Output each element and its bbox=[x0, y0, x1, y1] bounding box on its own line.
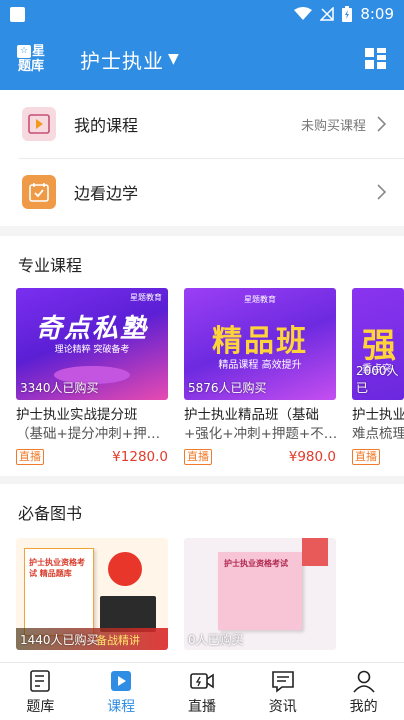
buyer-count: 1440人已购买 bbox=[20, 633, 99, 647]
battery-icon bbox=[342, 6, 353, 22]
course-banner-text: 精品班 bbox=[212, 324, 308, 359]
course-subtitle: 难点梳理 bbox=[352, 426, 404, 442]
bottom-tab-bar: 题库 课程 直播 资讯 我的 bbox=[0, 662, 404, 720]
course-title: 护士执业实战提分班 bbox=[16, 407, 138, 423]
wifi-icon bbox=[294, 7, 313, 20]
tab-label: 我的 bbox=[349, 698, 378, 715]
course-price: ¥980.0 bbox=[288, 449, 336, 465]
section-title: 专业课程 bbox=[18, 256, 83, 275]
my-courses-label: 我的课程 bbox=[74, 116, 139, 135]
course-card[interactable]: 星题教育 奇点私塾 理论精粹 突破备考 3340人已购买 护士执业实战提分班 （… bbox=[16, 288, 168, 466]
tab-question-bank[interactable]: 题库 bbox=[0, 663, 81, 720]
book-ribbon-text: 备战精讲 bbox=[96, 634, 140, 647]
video-play-icon bbox=[22, 107, 56, 141]
live-tag: 直播 bbox=[16, 449, 44, 465]
course-thumbnail: 星题教育 奇点私塾 理论精粹 突破备考 3340人已购买 bbox=[16, 288, 168, 400]
tab-live[interactable]: 直播 bbox=[162, 663, 243, 720]
app-logo: ☆ 星 题库 bbox=[16, 44, 45, 74]
my-courses-row[interactable]: 我的课程 未购买课程 bbox=[0, 90, 404, 158]
clock: 8:09 bbox=[360, 5, 394, 23]
books-section: 必备图书 护士执业资格考试 精品题库 备战精讲 1440人已购买 护士执业资格考… bbox=[0, 484, 404, 662]
tab-courses[interactable]: 课程 bbox=[81, 663, 162, 720]
live-tag: 直播 bbox=[352, 449, 380, 465]
message-icon bbox=[271, 670, 294, 693]
watch-learn-label: 边看边学 bbox=[74, 184, 139, 203]
book-cover: 护士执业资格考试 精品题库 bbox=[24, 548, 94, 636]
notification-icon bbox=[10, 6, 25, 22]
tab-label: 课程 bbox=[107, 698, 136, 715]
tab-label: 直播 bbox=[187, 698, 216, 715]
course-price: ¥1280.0 bbox=[112, 449, 168, 465]
status-bar: 8:09 bbox=[0, 0, 404, 28]
live-tag: 直播 bbox=[184, 449, 212, 465]
buyer-count: 0人已购买 bbox=[188, 633, 244, 647]
play-square-icon bbox=[111, 670, 132, 691]
no-signal-icon bbox=[320, 7, 335, 21]
menu-card: 我的课程 未购买课程 边看边学 bbox=[0, 90, 404, 226]
course-thumbnail: 强 重点突 2000人已 bbox=[352, 288, 404, 400]
video-camera-icon bbox=[190, 672, 214, 689]
brand-mark: 星题教育 bbox=[130, 293, 162, 302]
pro-courses-section: 专业课程 星题教育 奇点私塾 理论精粹 突破备考 3340人已购买 护士执业实战… bbox=[0, 236, 404, 476]
section-title: 必备图书 bbox=[18, 504, 83, 523]
my-courses-status: 未购买课程 bbox=[300, 118, 366, 134]
course-thumbnail: 星题教育 精品班 精品课程 高效提升 5876人已购买 bbox=[184, 288, 336, 400]
course-card[interactable]: 强 重点突 2000人已 护士执业 难点梳理 直播 bbox=[352, 288, 404, 466]
exam-selector-label: 护士执业 bbox=[80, 48, 164, 73]
book-cover: 护士执业资格考试 bbox=[218, 552, 302, 630]
course-subtitle: （基础+提分冲刺+押… bbox=[16, 426, 161, 442]
tab-label: 题库 bbox=[26, 698, 55, 715]
book-cover-text: 护士执业资格考试 bbox=[224, 559, 288, 568]
caret-down-icon: ▼ bbox=[168, 51, 180, 67]
brand-mark: 星题教育 bbox=[244, 295, 276, 304]
exam-selector[interactable]: 护士执业 ▼ bbox=[80, 45, 180, 74]
book-card[interactable]: 护士执业资格考试 精品题库 备战精讲 1440人已购买 bbox=[16, 538, 168, 650]
course-banner-subtitle: 精品课程 高效提升 bbox=[218, 360, 302, 371]
book-card[interactable]: 护士执业资格考试 0人已购买 bbox=[184, 538, 336, 650]
tab-label: 资讯 bbox=[268, 698, 297, 715]
chevron-right-icon bbox=[377, 184, 386, 200]
buyer-count: 5876人已购买 bbox=[188, 381, 267, 395]
buyer-count: 2000人已 bbox=[356, 364, 399, 395]
book-cover-text: 护士执业资格考试 精品题库 bbox=[29, 558, 85, 578]
category-grid-icon[interactable] bbox=[364, 47, 388, 71]
buyer-count: 3340人已购买 bbox=[20, 381, 99, 395]
calendar-check-icon bbox=[22, 175, 56, 209]
tab-profile[interactable]: 我的 bbox=[323, 663, 404, 720]
course-title: 护士执业 bbox=[352, 407, 404, 423]
star-logo-icon: ☆ bbox=[16, 45, 31, 58]
book-tag-decoration bbox=[302, 538, 328, 566]
course-banner-subtitle: 理论精粹 突破备考 bbox=[54, 345, 130, 355]
watch-learn-row[interactable]: 边看边学 bbox=[0, 158, 404, 226]
course-subtitle: +强化+冲刺+押题+不… bbox=[184, 426, 336, 442]
chevron-right-icon bbox=[377, 116, 386, 132]
badge-decoration bbox=[108, 552, 142, 586]
laptop-decoration bbox=[100, 596, 156, 632]
course-title: 护士执业精品班（基础 bbox=[184, 407, 319, 423]
course-banner-text: 奇点私塾 bbox=[35, 314, 148, 344]
user-icon bbox=[352, 670, 375, 693]
tab-news[interactable]: 资讯 bbox=[242, 663, 323, 720]
notebook-icon bbox=[30, 669, 51, 692]
course-card[interactable]: 星题教育 精品班 精品课程 高效提升 5876人已购买 护士执业精品班（基础 +… bbox=[184, 288, 336, 466]
app-bar: ☆ 星 题库 护士执业 ▼ bbox=[0, 28, 404, 90]
